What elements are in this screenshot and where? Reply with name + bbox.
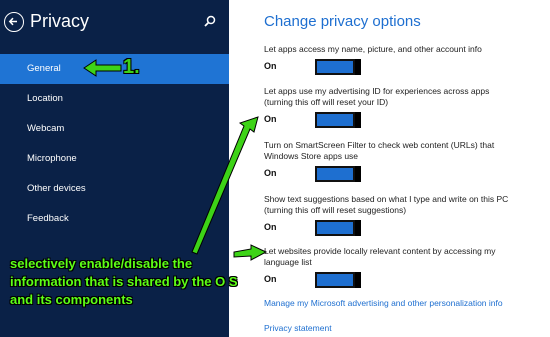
arrow-to-general bbox=[83, 59, 122, 77]
annotation-text: selectively enable/disable the informati… bbox=[10, 256, 238, 307]
arrow-to-settings bbox=[191, 116, 259, 255]
annotation-number: 1. bbox=[123, 56, 140, 78]
